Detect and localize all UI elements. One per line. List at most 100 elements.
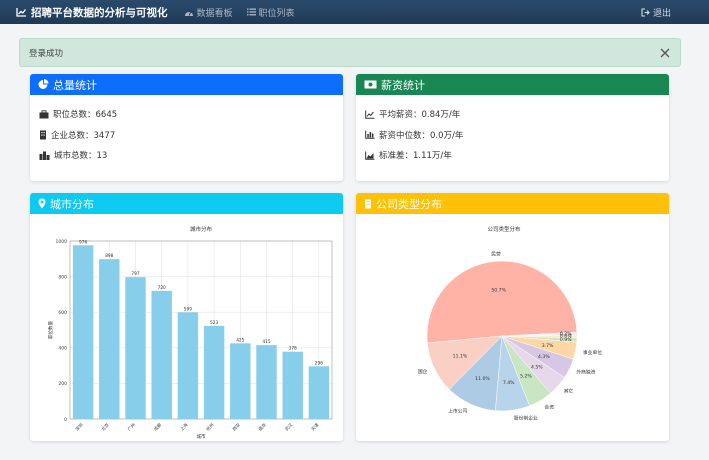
x-tick-label: 广州 [126, 421, 137, 432]
total-stats-title: 总量统计 [53, 78, 97, 92]
company-type-header: 公司类型分布 [356, 193, 669, 214]
company-type-title: 公司类型分布 [376, 197, 442, 211]
x-tick-label: 天津 [309, 421, 321, 433]
bar [308, 366, 330, 419]
bar [99, 259, 120, 419]
nav-dashboard-label: 数据看板 [196, 8, 233, 19]
total-stats-header: 总量统计 [30, 74, 343, 95]
slice-value-label: 11.0% [475, 376, 490, 382]
city-bar-chart: 城市分布 0 200 400 600 800 1000 976 深圳 898 北京 797 广州 720 成… [47, 225, 333, 440]
bar-value-label: 797 [131, 271, 139, 277]
alert-message: 登录成功 [29, 48, 64, 59]
pie-chart-icon [38, 79, 49, 89]
gauge-icon [184, 10, 193, 16]
y-tick-label: 200 [58, 381, 67, 387]
slice-value-label: 0.2% [560, 331, 572, 337]
slice-value-label: 5.2% [520, 374, 532, 380]
salary-stats-card: 薪资统计 平均薪资：0.84万/年 薪资中位数：0.0万/年 标准差：1.11万… [356, 74, 669, 181]
building-icon [365, 199, 371, 208]
nav-job-list[interactable]: 职位列表 [246, 6, 295, 19]
nav-dashboard[interactable]: 数据看板 [184, 6, 233, 19]
median-salary: 薪资中位数：0.0万/年 [379, 130, 464, 141]
slice-category-label: 股份制企业 [514, 414, 538, 421]
bar-value-label: 296 [315, 360, 323, 366]
x-tick-label: 成都 [152, 421, 164, 433]
chart-title: 城市分布 [190, 225, 213, 233]
salary-stats-header: 薪资统计 [356, 74, 669, 95]
map-marker-icon [38, 198, 46, 209]
y-tick-label: 800 [58, 274, 67, 280]
x-tick-label: 上海 [178, 421, 190, 433]
chart-bar-icon [365, 130, 375, 140]
close-icon[interactable] [658, 46, 672, 60]
bar [282, 351, 303, 419]
bar-value-label: 415 [262, 339, 270, 345]
avg-salary: 平均薪资：0.84万/年 [379, 110, 461, 121]
total-stats-card: 总量统计 职位总数：6645 企业总数：3477 城市总数：13 [30, 74, 343, 181]
money-bill-icon [364, 80, 377, 89]
brand-title: 招聘平台数据的分析与可视化 [31, 6, 168, 19]
x-tick-label: 南京 [257, 421, 269, 433]
brand[interactable]: 招聘平台数据的分析与可视化 [16, 5, 168, 20]
sign-out-icon [641, 7, 650, 17]
city-count: 城市总数：13 [54, 151, 108, 162]
slice-category-label: 上市公司 [448, 408, 467, 415]
y-tick-label: 400 [58, 346, 67, 352]
avg-salary-row: 平均薪资：0.84万/年 [365, 104, 660, 125]
slice-value-label: 4.5% [531, 365, 543, 371]
job-count: 职位总数：6645 [53, 110, 118, 121]
city-icon [39, 151, 50, 160]
x-tick-label: 杭州 [204, 421, 215, 432]
y-axis-label: 职位数量 [47, 321, 54, 339]
job-count-row: 职位总数：6645 [39, 104, 334, 125]
login-success-alert: 登录成功 [19, 38, 681, 67]
slice-value-label: 4.3% [538, 354, 550, 360]
bar-value-label: 976 [79, 239, 87, 245]
logout-label: 退出 [652, 8, 671, 19]
bar [230, 343, 251, 419]
logout-link[interactable]: 退出 [641, 0, 671, 24]
company-type-pie-chart: 公司类型分布 50.7% 民营 11.1% 国企 11.0% 上市公司 7.4% 股份制企业 5.… [418, 225, 602, 421]
bar [256, 345, 277, 419]
x-tick-label: 北京 [100, 421, 112, 433]
company-type-card: 公司类型分布 公司类型分布 50.7% 民营 11.1% 国企 11.0% 上市公司 7.4%… [356, 193, 669, 441]
list-icon [246, 8, 256, 16]
chart-area-icon [365, 151, 375, 160]
city-distribution-title: 城市分布 [50, 197, 94, 211]
slice-category-label: 事业单位 [583, 349, 602, 356]
std-salary: 标准差：1.11万/年 [379, 151, 452, 162]
slice-value-label: 50.7% [491, 287, 506, 293]
y-tick-label: 0 [64, 417, 67, 423]
bar-value-label: 720 [158, 285, 166, 291]
slice-value-label: 3.7% [542, 343, 554, 349]
building-icon [40, 130, 46, 140]
x-axis-label: 城市 [197, 433, 206, 440]
chart-line-icon [16, 8, 27, 17]
slice-category-label: 外商独资 [576, 369, 595, 376]
company-count: 企业总数：3477 [51, 130, 116, 141]
briefcase-icon [39, 110, 49, 119]
chart-line-icon [365, 110, 375, 119]
bar-value-label: 378 [289, 346, 297, 352]
slice-value-label: 11.1% [453, 354, 468, 360]
company-count-row: 企业总数：3477 [39, 125, 334, 146]
top-navbar: 招聘平台数据的分析与可视化 数据看板 职位列表 退出 [0, 0, 709, 24]
bar-value-label: 898 [105, 253, 113, 259]
bar [72, 245, 94, 419]
city-distribution-card: 城市分布 城市分布 0 200 400 600 800 1000 976 深圳 898 北京 797 广… [30, 193, 343, 441]
slice-category-label: 国企 [418, 368, 428, 375]
bar [177, 312, 199, 419]
bar [203, 325, 225, 419]
salary-stats-title: 薪资统计 [381, 78, 425, 92]
bar-value-label: 599 [184, 306, 192, 312]
x-tick-label: 武汉 [283, 421, 295, 433]
bar [125, 277, 146, 419]
y-tick-label: 600 [58, 310, 67, 316]
std-salary-row: 标准差：1.11万/年 [365, 145, 660, 166]
x-tick-label: 深圳 [73, 421, 84, 432]
slice-category-label: 其它 [564, 388, 574, 395]
bar-value-label: 523 [210, 320, 218, 326]
city-distribution-header: 城市分布 [30, 193, 343, 214]
pie-slice [426, 260, 578, 344]
bar-value-label: 425 [236, 337, 244, 343]
